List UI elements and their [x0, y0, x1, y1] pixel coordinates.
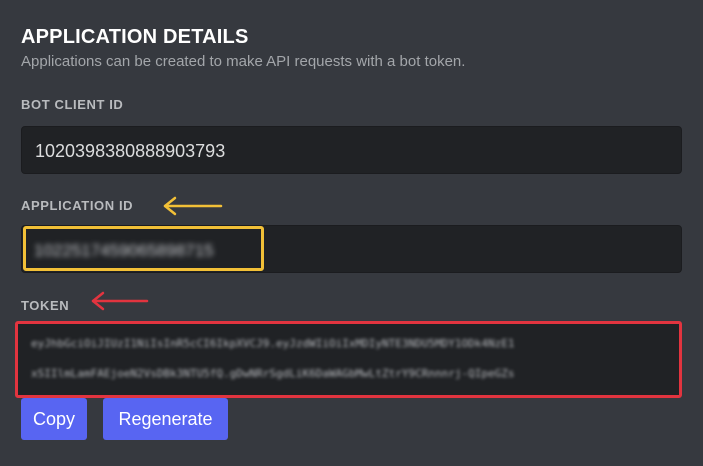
arrow-left-icon — [91, 291, 149, 311]
token-field[interactable]: eyJhbGciOiJIUzI1NiIsInR5cCI6IkpXVCJ9.eyJ… — [15, 321, 682, 398]
token-line-1: eyJhbGciOiJIUzI1NiIsInR5cCI6IkpXVCJ9.eyJ… — [31, 337, 515, 350]
application-id-label: APPLICATION ID — [21, 198, 134, 213]
regenerate-button[interactable]: Regenerate — [103, 398, 228, 440]
section-title: APPLICATION DETAILS — [21, 26, 249, 48]
bot-client-id-field[interactable]: 1020398380888903793 — [21, 126, 682, 174]
application-id-highlight — [23, 226, 264, 271]
token-line-2: xSIIlmLamFAEjoeN2VsDBk3NTU5fQ.gDwNRrSgdL… — [31, 367, 515, 380]
bot-client-id-label: BOT CLIENT ID — [21, 97, 124, 112]
section-description: Applications can be created to make API … — [21, 53, 466, 70]
bot-client-id-value: 1020398380888903793 — [35, 141, 226, 161]
copy-button[interactable]: Copy — [21, 398, 87, 440]
arrow-left-icon — [163, 196, 223, 216]
application-details-panel: APPLICATION DETAILS Applications can be … — [0, 0, 703, 466]
token-label: TOKEN — [21, 298, 70, 313]
